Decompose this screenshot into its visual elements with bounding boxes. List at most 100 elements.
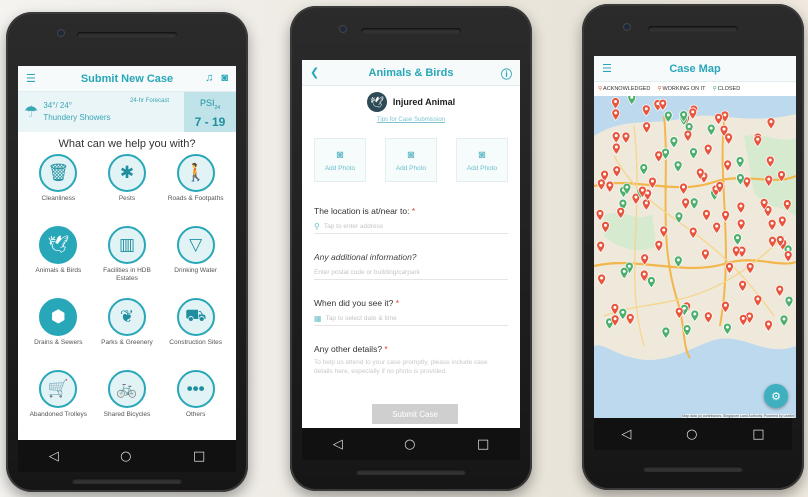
menu-icon[interactable]: ☰ xyxy=(26,72,36,85)
category-hdb-facilities[interactable]: ▥ Facilities in HDB Estates xyxy=(93,226,162,294)
category-animals[interactable]: 🕊 Animals & Birds xyxy=(24,226,93,294)
home-nav-icon[interactable]: ○ xyxy=(404,437,415,452)
case-pin-dot xyxy=(691,110,695,114)
case-pin-dot xyxy=(723,303,727,307)
case-pin-dot xyxy=(766,207,770,211)
menu-icon[interactable]: ☰ xyxy=(602,62,612,75)
speaker xyxy=(648,26,738,32)
case-pin-dot xyxy=(787,298,791,302)
add-photo-button[interactable]: ◙ Add Photo xyxy=(385,138,437,182)
home-nav-icon[interactable]: ○ xyxy=(120,449,131,464)
system-nav-bar: ◁ ○ □ xyxy=(302,428,520,460)
camera-icon: ◙ xyxy=(336,148,344,161)
category-cleanliness[interactable]: 🗑 Cleanliness xyxy=(24,154,93,222)
system-nav-bar: ◁ ○ □ xyxy=(18,440,236,472)
recent-nav-icon[interactable]: □ xyxy=(752,427,764,442)
case-pin-dot xyxy=(769,120,773,124)
case-pin-icon[interactable] xyxy=(658,98,668,112)
case-pin-dot xyxy=(608,183,612,187)
recent-nav-icon[interactable]: □ xyxy=(193,449,205,464)
case-pin-dot xyxy=(625,185,629,189)
case-pin-dot xyxy=(778,287,782,291)
add-photo-button[interactable]: ◙ Add Photo xyxy=(456,138,508,182)
case-pin-dot xyxy=(703,251,707,255)
case-map[interactable]: Map data (c) contributors, Singapore Lan… xyxy=(594,96,796,418)
case-pin-dot xyxy=(599,243,603,247)
category-pests[interactable]: ✱ Pests xyxy=(93,154,162,222)
case-pin-dot xyxy=(682,113,686,117)
category-parks[interactable]: ❦ Parks & Greenery xyxy=(93,298,162,366)
case-pin-dot xyxy=(691,150,695,154)
case-pin-dot xyxy=(715,224,719,228)
animal-type: 🕊 Injured Animal xyxy=(302,92,520,112)
filter-fab-button[interactable]: ⚙ xyxy=(764,384,788,408)
bell-icon[interactable]: ♫ xyxy=(205,72,213,84)
case-pin-dot xyxy=(664,329,668,333)
filter-icon: ⚙ xyxy=(771,390,781,403)
location-input[interactable]: ⚲ Tap to enter address xyxy=(314,220,508,234)
case-pin-icon[interactable] xyxy=(641,104,651,117)
case-pin-dot xyxy=(634,195,638,199)
case-pin-dot xyxy=(718,183,722,187)
back-arrow-icon[interactable]: ❮ xyxy=(310,66,319,79)
front-camera xyxy=(340,26,346,32)
case-pin-dot xyxy=(682,306,686,310)
drain-icon: ⬢ xyxy=(39,298,78,336)
back-nav-icon[interactable]: ◁ xyxy=(49,449,59,464)
case-pin-dot xyxy=(722,127,726,131)
bird-icon: 🕊 xyxy=(366,92,387,112)
map-pin-icon: ⚲ xyxy=(314,222,320,231)
photo-slots: ◙ Add Photo ◙ Add Photo ◙ Add Photo xyxy=(314,138,508,182)
home-nav-icon[interactable]: ○ xyxy=(686,427,697,442)
category-drains[interactable]: ⬢ Drains & Sewers xyxy=(24,298,93,366)
category-roads[interactable]: 🚶 Roads & Footpaths xyxy=(161,154,230,222)
case-pin-dot xyxy=(619,209,623,213)
category-bicycles[interactable]: 🚲 Shared Bicycles xyxy=(93,370,162,438)
app-bar: ☰ Case Map xyxy=(594,56,796,82)
back-nav-icon[interactable]: ◁ xyxy=(333,437,343,452)
location-label: The location is at/near to: * xyxy=(314,206,416,216)
case-pin-dot xyxy=(621,310,625,314)
animal-label: Injured Animal xyxy=(392,97,456,107)
case-pin-dot xyxy=(741,316,745,320)
weather-desc: Thundery Showers xyxy=(43,113,111,122)
case-pin-dot xyxy=(767,177,771,181)
case-pin-dot xyxy=(666,113,670,117)
red-pin-icon: ⚲ xyxy=(598,86,603,92)
category-trolleys[interactable]: 🛒 Abandoned Trolleys xyxy=(24,370,93,438)
case-pin-icon[interactable] xyxy=(611,108,621,121)
calendar-icon: ▦ xyxy=(314,314,322,323)
tips-link[interactable]: Tips for Case Submission xyxy=(302,117,520,123)
case-pin-dot xyxy=(657,242,661,246)
case-pin-dot xyxy=(738,176,742,180)
case-pin-dot xyxy=(734,248,738,252)
case-pin-dot xyxy=(770,221,774,225)
case-pin-dot xyxy=(723,113,727,117)
case-pin-dot xyxy=(698,170,702,174)
category-construction[interactable]: ⛟ Construction Sites xyxy=(161,298,230,366)
case-pin-dot xyxy=(598,211,602,215)
add-photo-button[interactable]: ◙ Add Photo xyxy=(314,138,366,182)
category-others[interactable]: ••• Others xyxy=(161,370,230,438)
case-pin-dot xyxy=(726,162,730,166)
case-pin-dot xyxy=(756,137,760,141)
when-input[interactable]: ▦ Tap to select date & time xyxy=(314,312,508,326)
camera-icon[interactable]: ◙ xyxy=(221,72,228,84)
submit-case-button[interactable]: Submit Case xyxy=(372,404,458,424)
case-pin-dot xyxy=(786,247,790,251)
info-icon[interactable]: ⓘ xyxy=(501,66,512,82)
case-pin-icon[interactable] xyxy=(611,97,620,110)
case-pin-dot xyxy=(768,158,772,162)
case-pin-dot xyxy=(738,159,742,163)
screen-case-map: ☰ Case Map ⚲ ACKNOWLEDGED ⚲ WORKING ON IT … xyxy=(594,56,796,418)
info-input[interactable]: Enter postal code or building/carpark xyxy=(314,266,508,280)
weather-banner[interactable]: ☂ 34°/ 24° Thundery Showers 24-hr Foreca… xyxy=(18,92,236,132)
help-title: What can we help you with? xyxy=(58,138,196,150)
case-pin-dot xyxy=(727,135,731,139)
back-nav-icon[interactable]: ◁ xyxy=(621,427,631,442)
case-pin-dot xyxy=(706,146,710,150)
category-drinking-water[interactable]: ▽ Drinking Water xyxy=(161,226,230,294)
bicycle-icon: 🚲 xyxy=(107,370,146,408)
recent-nav-icon[interactable]: □ xyxy=(477,437,489,452)
details-input[interactable]: To help us attend to your case promptly,… xyxy=(314,358,508,376)
